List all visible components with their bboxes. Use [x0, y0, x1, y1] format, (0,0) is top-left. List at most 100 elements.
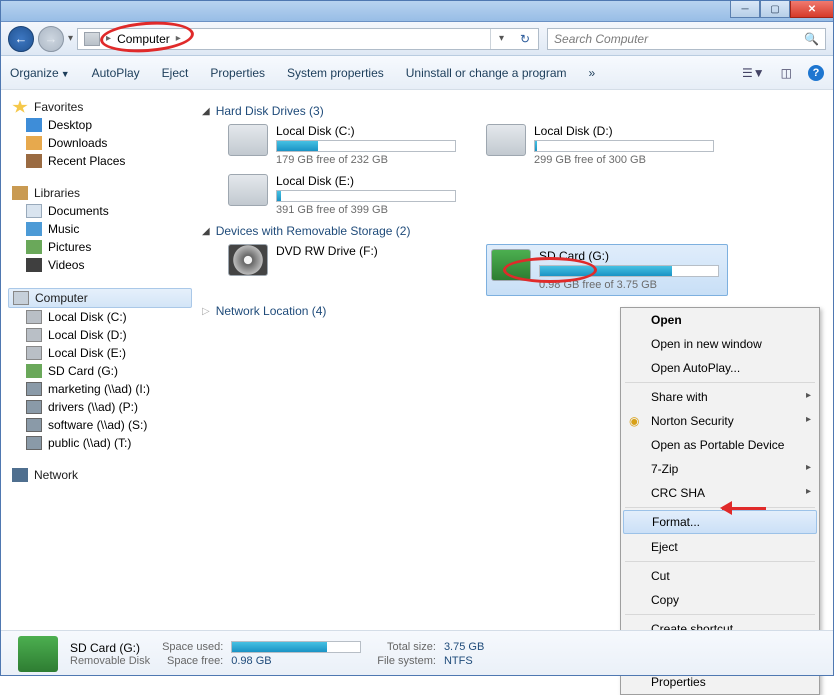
section-removable[interactable]: ◢Devices with Removable Storage (2): [202, 224, 824, 238]
view-options-icon[interactable]: ☰▼: [742, 66, 765, 80]
ctx-open-autoplay[interactable]: Open AutoPlay...: [621, 356, 819, 380]
toolbar-overflow[interactable]: »: [589, 66, 596, 80]
tree-sd-card[interactable]: SD Card (G:): [8, 362, 192, 380]
drive-d[interactable]: Local Disk (D:) 299 GB free of 300 GB: [486, 124, 726, 166]
sd-icon: [26, 364, 42, 378]
tree-pictures[interactable]: Pictures: [8, 238, 192, 256]
search-icon[interactable]: 🔍: [804, 32, 819, 46]
tree-net-marketing[interactable]: marketing (\\ad) (I:): [8, 380, 192, 398]
ctx-format[interactable]: Format...: [623, 510, 817, 534]
tree-disk-e[interactable]: Local Disk (E:): [8, 344, 192, 362]
space-bar: [539, 265, 719, 277]
ctx-7zip[interactable]: 7-Zip: [621, 457, 819, 481]
tree-videos[interactable]: Videos: [8, 256, 192, 274]
space-bar: [534, 140, 714, 152]
search-input[interactable]: Search Computer 🔍: [547, 28, 826, 50]
back-button[interactable]: ←: [8, 26, 34, 52]
network-drive-icon: [26, 436, 42, 450]
drive-label: Local Disk (D:): [534, 124, 726, 138]
chevron-right-icon: ▷: [202, 306, 210, 317]
ctx-norton[interactable]: ◉Norton Security: [621, 409, 819, 433]
breadcrumb-dropdown-icon[interactable]: ▾: [499, 33, 504, 44]
tree-disk-c[interactable]: Local Disk (C:): [8, 308, 192, 326]
tree-libraries[interactable]: Libraries: [8, 184, 192, 202]
tree-computer[interactable]: Computer: [8, 288, 192, 308]
status-total-size: 3.75 GB: [444, 641, 484, 653]
ctx-cut[interactable]: Cut: [621, 564, 819, 588]
preview-pane-icon[interactable]: ◫: [781, 66, 792, 80]
ctx-copy[interactable]: Copy: [621, 588, 819, 612]
disk-icon: [26, 328, 42, 342]
sd-card-icon: [491, 249, 531, 281]
uninstall-button[interactable]: Uninstall or change a program: [406, 66, 567, 80]
disk-icon: [228, 174, 268, 206]
space-bar: [276, 140, 456, 152]
downloads-icon: [26, 136, 42, 150]
chevron-down-icon: ◢: [202, 226, 210, 237]
organize-button[interactable]: Organize▼: [10, 66, 70, 80]
videos-icon: [26, 258, 42, 272]
status-space-bar: [231, 641, 361, 653]
chevron-right-icon[interactable]: ▸: [176, 33, 181, 44]
nav-tree: Favorites Desktop Downloads Recent Place…: [0, 90, 192, 630]
status-title: SD Card (G:): [70, 641, 150, 655]
drive-c[interactable]: Local Disk (C:) 179 GB free of 232 GB: [228, 124, 468, 166]
drive-label: SD Card (G:): [539, 249, 723, 263]
pictures-icon: [26, 240, 42, 254]
network-drive-icon: [26, 418, 42, 432]
nav-bar: ← → ▾ ▸ Computer ▸ ▾ ↻ Search Computer 🔍: [0, 22, 834, 56]
chevron-right-icon[interactable]: ▸: [106, 33, 111, 44]
tree-net-drivers[interactable]: drivers (\\ad) (P:): [8, 398, 192, 416]
status-space-free-label: Space free:: [162, 655, 223, 667]
drive-label: Local Disk (E:): [276, 174, 468, 188]
tree-downloads[interactable]: Downloads: [8, 134, 192, 152]
ctx-open-new-window[interactable]: Open in new window: [621, 332, 819, 356]
ctx-eject[interactable]: Eject: [621, 535, 819, 559]
drive-sd-card[interactable]: SD Card (G:) 0.98 GB free of 3.75 GB: [486, 244, 728, 296]
properties-button[interactable]: Properties: [210, 66, 265, 80]
space-text: 391 GB free of 399 GB: [276, 204, 468, 216]
network-icon: [12, 468, 28, 482]
status-subtitle: Removable Disk: [70, 655, 150, 667]
ctx-open[interactable]: Open: [621, 308, 819, 332]
tree-favorites[interactable]: Favorites: [8, 98, 192, 116]
desktop-icon: [26, 118, 42, 132]
drive-e[interactable]: Local Disk (E:) 391 GB free of 399 GB: [228, 174, 468, 216]
disk-icon: [228, 124, 268, 156]
space-text: 0.98 GB free of 3.75 GB: [539, 279, 723, 291]
tree-music[interactable]: Music: [8, 220, 192, 238]
ctx-share-with[interactable]: Share with: [621, 385, 819, 409]
section-hdd[interactable]: ◢Hard Disk Drives (3): [202, 104, 824, 118]
autoplay-button[interactable]: AutoPlay: [92, 66, 140, 80]
drive-dvd[interactable]: DVD RW Drive (F:): [228, 244, 468, 296]
status-space-used-label: Space used:: [162, 641, 223, 653]
eject-button[interactable]: Eject: [162, 66, 189, 80]
forward-button[interactable]: →: [38, 26, 64, 52]
ctx-crc-sha[interactable]: CRC SHA: [621, 481, 819, 505]
search-placeholder: Search Computer: [554, 32, 648, 46]
breadcrumb[interactable]: ▸ Computer ▸ ▾ ↻: [77, 28, 539, 50]
tree-net-software[interactable]: software (\\ad) (S:): [8, 416, 192, 434]
disk-icon: [26, 310, 42, 324]
breadcrumb-computer[interactable]: Computer: [117, 32, 170, 46]
tree-net-public[interactable]: public (\\ad) (T:): [8, 434, 192, 452]
tree-desktop[interactable]: Desktop: [8, 116, 192, 134]
minimize-button[interactable]: [730, 0, 760, 18]
help-icon[interactable]: ?: [808, 65, 824, 81]
ctx-open-portable[interactable]: Open as Portable Device: [621, 433, 819, 457]
close-button[interactable]: [790, 0, 834, 18]
system-properties-button[interactable]: System properties: [287, 66, 384, 80]
maximize-button[interactable]: [760, 0, 790, 18]
drive-label: DVD RW Drive (F:): [276, 244, 468, 258]
status-file-system-label: File system:: [377, 655, 436, 667]
tree-network[interactable]: Network: [8, 466, 192, 484]
refresh-icon[interactable]: ↻: [520, 32, 530, 46]
tree-disk-d[interactable]: Local Disk (D:): [8, 326, 192, 344]
space-text: 179 GB free of 232 GB: [276, 154, 468, 166]
tree-documents[interactable]: Documents: [8, 202, 192, 220]
network-drive-icon: [26, 400, 42, 414]
chevron-down-icon: ◢: [202, 106, 210, 117]
nav-history-dropdown[interactable]: ▾: [68, 33, 73, 44]
recent-icon: [26, 154, 42, 168]
tree-recent[interactable]: Recent Places: [8, 152, 192, 170]
